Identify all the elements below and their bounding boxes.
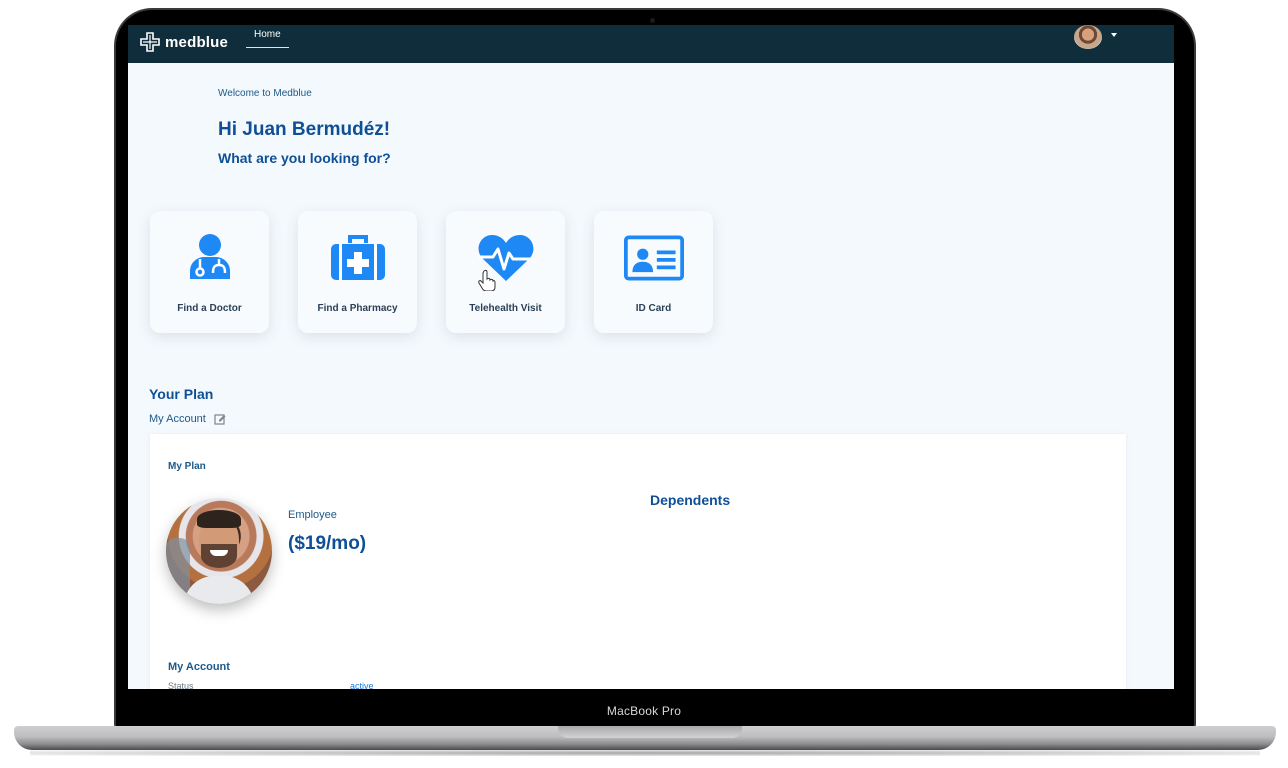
id-card-icon [623,235,684,281]
top-navbar: medblue Home [128,25,1174,63]
status-label: Status [168,681,194,689]
user-avatar-menu[interactable] [1074,25,1102,49]
quick-actions: Find a Doctor Find a Pharmacy Telehealth… [150,211,713,333]
find-doctor-card[interactable]: Find a Doctor [150,211,269,333]
plan-panel: My Plan Employee ($19/mo) Dependents My … [150,434,1126,689]
laptop-base-notch [558,726,742,738]
find-pharmacy-label: Find a Pharmacy [317,303,398,314]
question-subheading: What are you looking for? [218,150,391,166]
my-plan-label: My Plan [168,461,206,472]
camera [650,18,655,23]
brand-logo[interactable]: medblue [140,32,228,52]
member-type: Employee [288,509,337,521]
status-value: active [350,681,374,689]
welcome-text: Welcome to Medblue [218,88,312,99]
device-label: MacBook Pro [606,704,682,718]
nav-tab-home[interactable]: Home [246,29,289,48]
my-account-link[interactable]: My Account [149,413,226,425]
my-account-link-label: My Account [149,413,206,425]
find-doctor-label: Find a Doctor [177,303,242,314]
medical-cross-logo-icon [140,32,160,52]
profile-photo [166,498,272,604]
app-screen: medblue Home Welcome to Medblue Hi Juan … [128,25,1174,689]
brand-name: medblue [165,33,229,51]
caret-down-icon[interactable] [1111,33,1117,37]
telehealth-visit-card[interactable]: Telehealth Visit [446,211,565,333]
dependents-heading: Dependents [650,492,731,508]
find-pharmacy-card[interactable]: Find a Pharmacy [298,211,417,333]
id-card-label: ID Card [635,303,672,314]
nav-tab-home-label: Home [254,29,281,40]
greeting-heading: Hi Juan Bermudéz! [218,119,391,140]
edit-icon[interactable] [214,413,226,425]
your-plan-heading: Your Plan [149,386,214,402]
telehealth-visit-label: Telehealth Visit [469,303,542,314]
my-account-section-heading: My Account [168,661,230,673]
id-card-card[interactable]: ID Card [594,211,713,333]
hand-pointer-cursor-icon [478,269,496,291]
doctor-icon [189,234,230,279]
plan-price: ($19/mo) [288,533,367,554]
medical-kit-icon [330,235,385,280]
laptop-shadow [30,750,1260,756]
